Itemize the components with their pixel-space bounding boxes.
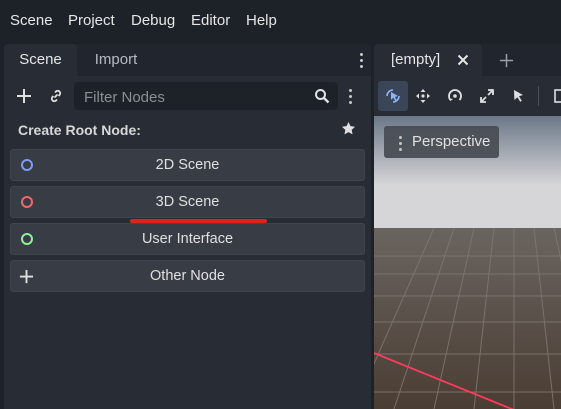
menu-bar: Scene Project Debug Editor Help [0, 0, 561, 42]
3d-viewport[interactable]: Perspective [374, 116, 561, 409]
add-node-button[interactable] [12, 84, 36, 108]
new-tab-plus-icon[interactable] [499, 53, 514, 68]
select-mode-icon [386, 89, 400, 103]
menu-help[interactable]: Help [246, 12, 277, 29]
menu-editor[interactable]: Editor [191, 12, 230, 29]
tab-scene[interactable]: Scene [4, 44, 77, 76]
rotate-mode-icon[interactable] [447, 88, 463, 104]
user-interface-label: User Interface [141, 231, 234, 247]
other-node-label: Other Node [150, 268, 225, 284]
instance-scene-button[interactable] [44, 84, 68, 108]
menu-project[interactable]: Project [68, 12, 115, 29]
tab-empty[interactable]: [empty] [374, 44, 482, 76]
plus-icon [17, 89, 31, 103]
select-mode-button[interactable] [378, 81, 408, 111]
menu-scene[interactable]: Scene [10, 12, 53, 29]
list-select-icon[interactable] [511, 88, 527, 104]
menu-debug[interactable]: Debug [131, 12, 175, 29]
tab-empty-label: [empty] [391, 51, 441, 68]
scene-toolbar [4, 76, 371, 116]
move-mode-icon[interactable] [415, 88, 431, 104]
dock-tab-bar: Scene Import [4, 44, 371, 76]
ruler-icon[interactable] [554, 88, 561, 104]
search-icon [315, 89, 330, 104]
3d-scene-button[interactable]: 3D Scene [10, 186, 365, 218]
perspective-menu-icon [399, 136, 403, 154]
create-root-node-label: Create Root Node: [18, 122, 141, 138]
viewport-toolbar [374, 76, 561, 116]
star-icon[interactable] [341, 121, 356, 136]
2d-scene-label: 2D Scene [155, 157, 220, 173]
perspective-button[interactable]: Perspective [384, 126, 499, 158]
filter-nodes-input[interactable] [82, 82, 306, 112]
scene-dock: Scene Import Create Root Node: [4, 44, 371, 409]
scene-tree-menu-icon[interactable] [349, 89, 353, 107]
toolbar-separator [538, 86, 539, 106]
dock-menu-icon[interactable] [360, 53, 364, 71]
scale-mode-icon[interactable] [479, 88, 495, 104]
link-icon [50, 89, 62, 103]
viewport-canvas [374, 116, 561, 409]
3d-scene-label: 3D Scene [155, 194, 220, 210]
close-icon[interactable] [457, 54, 469, 66]
2d-scene-button[interactable]: 2D Scene [10, 149, 365, 181]
editor-panel: [empty] Perspective [374, 44, 561, 409]
perspective-label: Perspective [412, 133, 491, 150]
other-node-button[interactable]: Other Node [10, 260, 365, 292]
tab-import[interactable]: Import [81, 44, 151, 76]
user-interface-button[interactable]: User Interface [10, 223, 365, 255]
filter-nodes-field [74, 82, 338, 112]
